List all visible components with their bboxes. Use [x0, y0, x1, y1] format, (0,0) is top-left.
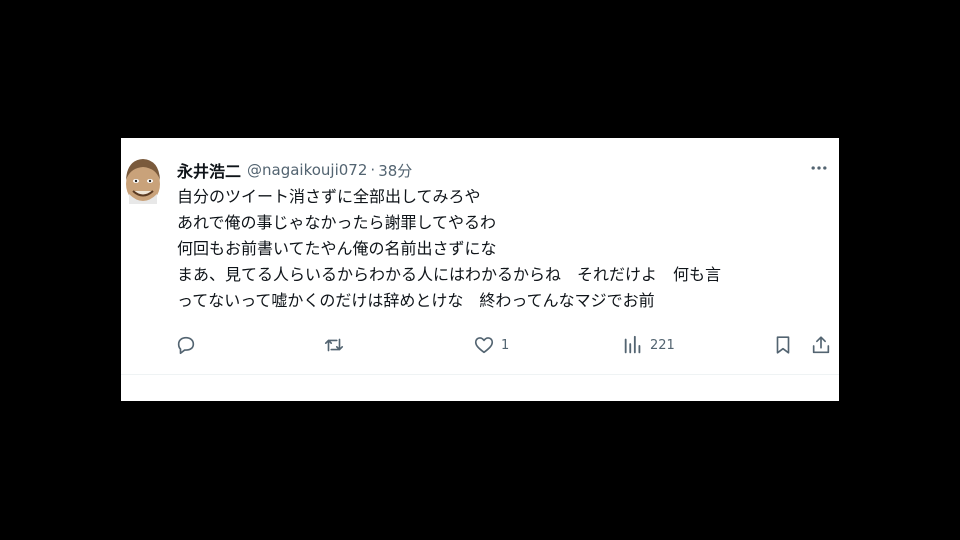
bookmark-button[interactable]	[772, 332, 794, 358]
view-count: 221	[650, 337, 675, 353]
tweet-text: 自分のツイート消さずに全部出してみろや あれで俺の事じゃなかったら謝罪してやるわ…	[177, 184, 837, 314]
avatar[interactable]	[123, 154, 163, 206]
tweet-line-1: 自分のツイート消さずに全部出してみろや	[177, 187, 481, 206]
tweet-line-2: あれで俺の事じゃなかったら謝罪してやるわ	[177, 213, 497, 232]
share-button[interactable]	[810, 332, 832, 358]
retweet-icon	[324, 338, 344, 352]
more-icon	[811, 166, 827, 170]
views-button[interactable]: 221	[622, 332, 675, 358]
share-icon	[812, 336, 830, 354]
reply-icon	[177, 336, 195, 355]
like-button[interactable]: 1	[473, 332, 509, 358]
views-icon	[624, 335, 641, 354]
tweet-line-3: 何回もお前書いてたやん俺の名前出さずにな	[177, 239, 497, 258]
like-count: 1	[501, 337, 510, 353]
divider	[121, 374, 839, 375]
author-name[interactable]: 永井浩二	[177, 158, 241, 182]
author-handle[interactable]: @nagaikouji072	[247, 161, 367, 179]
separator-dot: ·	[370, 161, 376, 179]
tweet-header: 永井浩二 @nagaikouji072 · 38分	[177, 158, 412, 182]
avatar-illustration	[126, 159, 160, 204]
tweet-card: 永井浩二 @nagaikouji072 · 38分 自分のツイート消さずに全部出…	[121, 138, 839, 401]
timestamp[interactable]: 38分	[378, 160, 412, 181]
heart-icon	[474, 337, 494, 354]
retweet-button[interactable]	[323, 332, 351, 358]
tweet-line-4: まあ、見てる人らいるからわかる人にはわかるからね それだけよ 何も言	[177, 265, 722, 284]
action-bar: 1 221	[121, 332, 839, 358]
tweet-line-5: ってないって嘘かくのだけは辞めとけな 終わってんなマジでお前	[177, 291, 655, 310]
more-button[interactable]	[807, 156, 831, 180]
reply-button[interactable]	[175, 332, 203, 358]
bookmark-icon	[776, 336, 790, 354]
